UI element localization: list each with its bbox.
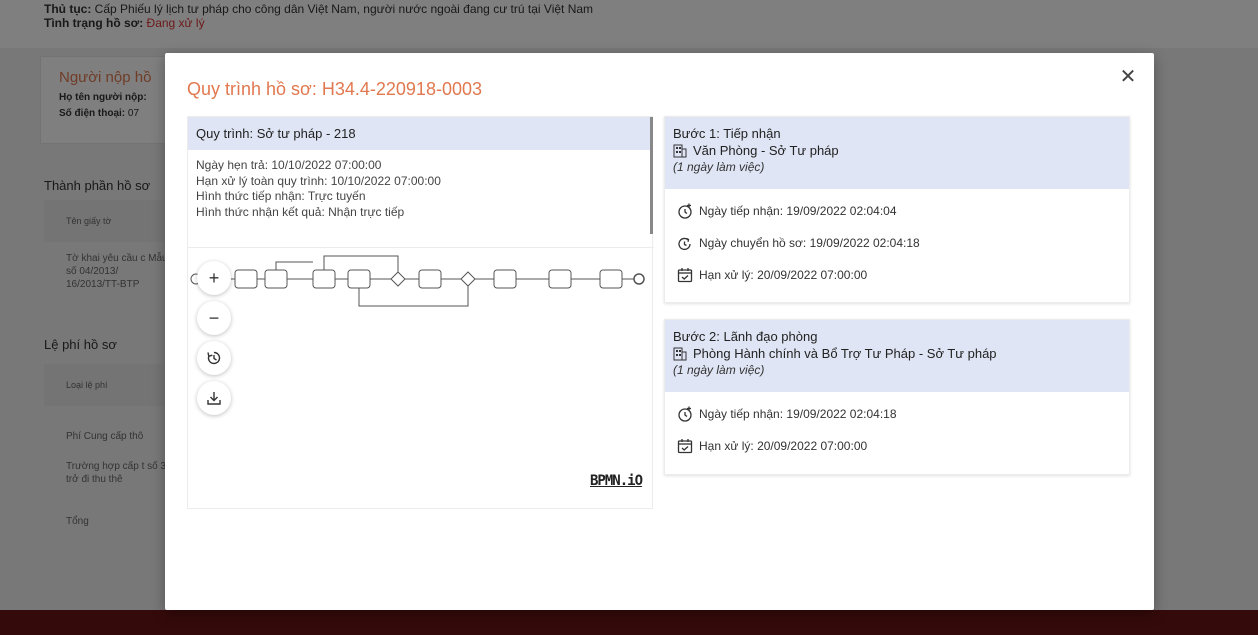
deadline-label: Hạn xử lý: [699, 268, 754, 282]
process-deadline: Hạn xử lý toàn quy trình: 10/10/2022 07:… [196, 173, 441, 188]
step-header: Bước 2: Lãnh đạo phòng Phòng Hành chính … [665, 320, 1129, 392]
bpmn-logo[interactable]: BPMN.iO [590, 473, 643, 489]
step-header: Bước 1: Tiếp nhận Văn Phòng - Sở Tư pháp… [665, 117, 1129, 189]
step-card-1: Bước 1: Tiếp nhận Văn Phòng - Sở Tư pháp… [664, 116, 1130, 303]
deadline-value: 20/09/2022 07:00:00 [757, 439, 868, 453]
transferred-value: 19/09/2022 02:04:18 [809, 236, 920, 250]
deadline-row: Hạn xử lý: 20/09/2022 07:00:00 [677, 430, 1129, 462]
step-body: Ngày tiếp nhận: 19/09/2022 02:04:18 Hạn … [665, 392, 1129, 462]
process-modal: Quy trình hồ sơ: H34.4-220918-0003 ✕ Quy… [165, 53, 1154, 610]
building-icon [673, 144, 687, 157]
step-days: (1 ngày làm việc) [673, 160, 765, 174]
reset-view-button[interactable] [197, 341, 231, 375]
calendar-check-icon [677, 268, 693, 283]
steps-panel: Bước 1: Tiếp nhận Văn Phòng - Sở Tư pháp… [664, 116, 1130, 509]
received-value: 19/09/2022 02:04:18 [786, 407, 897, 421]
received-label: Ngày tiếp nhận: [699, 204, 784, 218]
modal-title: Quy trình hồ sơ: H34.4-220918-0003 [187, 79, 482, 99]
building-icon [673, 347, 687, 360]
close-icon[interactable]: ✕ [1118, 67, 1138, 87]
process-name: Quy trình: Sở tư pháp - 218 [188, 117, 652, 150]
history-icon [207, 351, 221, 365]
download-icon [207, 392, 221, 405]
step-dept: Phòng Hành chính và Bổ Trợ Tư Pháp - Sở … [673, 345, 1129, 362]
step-title: Bước 2: Lãnh đạo phòng [673, 329, 818, 344]
zoom-out-button[interactable]: − [197, 301, 231, 335]
due-date: Ngày hẹn trả: 10/10/2022 07:00:00 [196, 158, 382, 172]
step-card-2: Bước 2: Lãnh đạo phòng Phòng Hành chính … [664, 319, 1130, 475]
received-label: Ngày tiếp nhận: [699, 407, 784, 421]
deadline-value: 20/09/2022 07:00:00 [757, 268, 868, 282]
bpmn-canvas[interactable] [188, 248, 654, 511]
deadline-row: Hạn xử lý: 20/09/2022 07:00:00 [677, 259, 1129, 291]
calendar-check-icon [677, 439, 693, 454]
clock-plus-icon [678, 203, 692, 219]
receive-method: Hình thức tiếp nhận: Trực tuyến [196, 189, 366, 203]
step-dept-name: Phòng Hành chính và Bổ Trợ Tư Pháp - Sở … [693, 346, 997, 361]
clock-plus-icon [678, 406, 692, 422]
result-method: Hình thức nhận kết quả: Nhận trực tiếp [196, 204, 405, 219]
bpmn-diagram[interactable]: + − BPMN.iO [188, 247, 654, 510]
process-info: Ngày hẹn trả: 10/10/2022 07:00:00 Hạn xử… [188, 150, 652, 220]
step-body: Ngày tiếp nhận: 19/09/2022 02:04:04 Ngày… [665, 189, 1129, 291]
step-days: (1 ngày làm việc) [673, 363, 765, 377]
transferred-row: Ngày chuyển hồ sơ: 19/09/2022 02:04:18 [677, 227, 1129, 259]
received-row: Ngày tiếp nhận: 19/09/2022 02:04:18 [677, 398, 1129, 430]
process-panel: Quy trình: Sở tư pháp - 218 Ngày hẹn trả… [187, 116, 654, 510]
zoom-in-button[interactable]: + [197, 261, 231, 295]
transferred-label: Ngày chuyển hồ sơ: [699, 236, 807, 250]
deadline-label: Hạn xử lý: [699, 439, 754, 453]
step-dept: Văn Phòng - Sở Tư pháp [673, 142, 1129, 159]
clock-arrow-icon [678, 237, 691, 251]
step-title: Bước 1: Tiếp nhận [673, 126, 781, 141]
received-value: 19/09/2022 02:04:04 [786, 204, 897, 218]
received-row: Ngày tiếp nhận: 19/09/2022 02:04:04 [677, 195, 1129, 227]
info-scrollbar[interactable] [650, 117, 653, 234]
download-button[interactable] [197, 381, 231, 415]
step-dept-name: Văn Phòng - Sở Tư pháp [693, 143, 839, 158]
